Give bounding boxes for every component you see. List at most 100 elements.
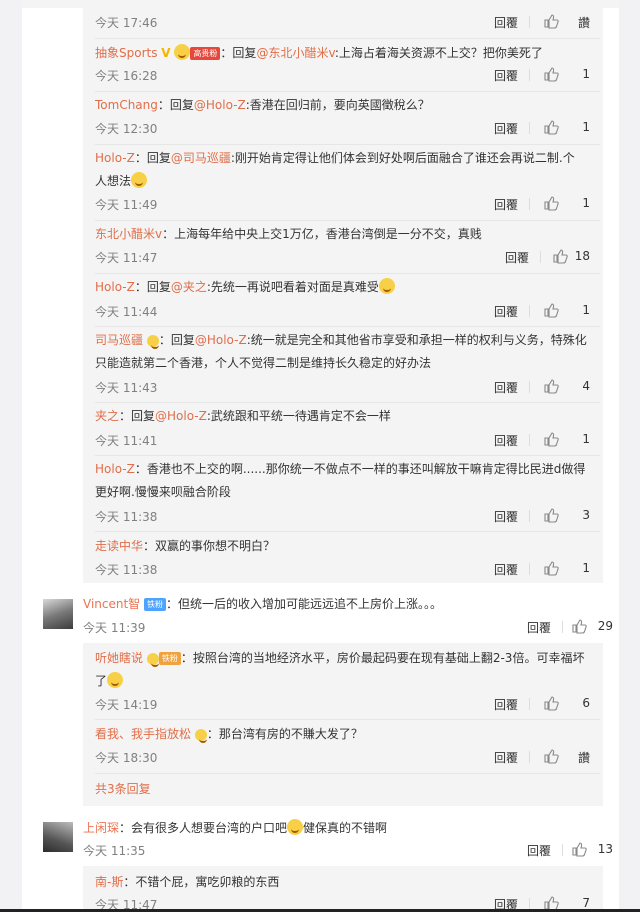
comment-text: ：会有很多人想要台湾的户口吧 bbox=[119, 821, 288, 835]
mention-link[interactable]: @Holo-Z bbox=[194, 98, 246, 112]
mention-link[interactable]: @东北小醋米v bbox=[256, 46, 334, 60]
reply-button[interactable]: 回覆 bbox=[494, 696, 518, 713]
emoji-icon bbox=[174, 44, 191, 60]
reply-prefix: ：回复 bbox=[158, 333, 195, 347]
avatar[interactable] bbox=[43, 822, 73, 852]
mention-link[interactable]: @Holo-Z bbox=[195, 333, 247, 347]
divider bbox=[95, 531, 600, 532]
reply-time: 今天 18:30 bbox=[95, 751, 158, 765]
divider bbox=[95, 719, 600, 720]
fan-badge: 高贵粉 bbox=[190, 47, 221, 60]
divider bbox=[95, 38, 600, 39]
mention-link[interactable]: @司马巡疆 bbox=[171, 151, 231, 165]
thumbs-up-icon[interactable] bbox=[543, 66, 559, 82]
thumbs-up-icon[interactable] bbox=[543, 695, 559, 711]
divider bbox=[529, 69, 530, 81]
username-link[interactable]: Holo-Z bbox=[95, 462, 135, 476]
list-item: 南-斯：不错个屁，寓吃卯粮的东西 今天 11:47 回覆 7 bbox=[95, 871, 600, 912]
reply-button[interactable]: 回覆 bbox=[494, 432, 518, 449]
like-count: 1 bbox=[582, 561, 590, 575]
emoji-icon bbox=[146, 653, 159, 667]
username-link[interactable]: Vincent智 bbox=[83, 597, 140, 611]
username-link[interactable]: 东北小醋米v bbox=[95, 227, 162, 241]
username-link[interactable]: 看我、我手指放松 bbox=[95, 727, 191, 741]
reply-button[interactable]: 回覆 bbox=[527, 619, 551, 636]
reply-button[interactable]: 回覆 bbox=[494, 508, 518, 525]
divider bbox=[529, 198, 530, 210]
reply-button[interactable]: 回覆 bbox=[494, 120, 518, 137]
reply-prefix: ：回复 bbox=[157, 98, 194, 112]
more-replies-link[interactable]: 共3条回复 bbox=[95, 782, 151, 796]
reply-button[interactable]: 回覆 bbox=[494, 749, 518, 766]
reply-button[interactable]: 回覆 bbox=[494, 303, 518, 320]
divider bbox=[562, 621, 563, 633]
comment-text: ：不错个屁，寓吃卯粮的东西 bbox=[123, 875, 280, 889]
divider bbox=[562, 844, 563, 856]
username-link[interactable]: 司马巡疆 bbox=[95, 333, 143, 347]
divider bbox=[529, 563, 530, 575]
comment-text: ：双赢的事你想不明白？ bbox=[143, 539, 276, 553]
reply-button[interactable]: 回覆 bbox=[494, 67, 518, 84]
thumbs-up-icon[interactable] bbox=[543, 378, 559, 394]
reply-prefix: ：回复 bbox=[134, 280, 171, 294]
thumbs-up-icon[interactable] bbox=[543, 13, 559, 29]
reply-button[interactable]: 回覆 bbox=[505, 249, 529, 266]
thumbs-up-icon[interactable] bbox=[543, 119, 559, 135]
like-count: 13 bbox=[597, 842, 613, 856]
list-item: 看我、我手指放松 ：那台湾有房的不賺大发了？ 今天 18:30 回覆 讚 bbox=[95, 723, 600, 765]
thumbs-up-icon[interactable] bbox=[543, 748, 559, 764]
divider bbox=[529, 122, 530, 134]
thumbs-up-icon[interactable] bbox=[543, 195, 559, 211]
thumbs-up-icon[interactable] bbox=[543, 302, 559, 318]
list-item: Holo-Z：香港也不上交的啊......那你统一不做点不一样的事还叫解放干嘛肯… bbox=[95, 458, 600, 524]
mention-link[interactable]: @Holo-Z bbox=[155, 409, 207, 423]
reply-time: 今天 11:38 bbox=[95, 510, 158, 524]
divider bbox=[529, 751, 530, 763]
comment: Vincent智 铁粉 ：但统一后的收入增加可能远远追不上房价上涨。。。 今天 1… bbox=[83, 593, 613, 635]
list-item: 夹之：回复@Holo-Z:武统跟和平统一待遇肯定不会一样 今天 11:41 回覆… bbox=[95, 405, 600, 448]
comment-text: :武统跟和平统一待遇肯定不会一样 bbox=[206, 409, 391, 423]
reply-time: 今天 12:30 bbox=[95, 122, 158, 136]
comment-text: ：香港也不上交的啊......那你统一不做点不一样的事还叫解放干嘛肯定得比民进d… bbox=[95, 462, 586, 499]
more-replies-row: 共3条回复 bbox=[95, 780, 600, 797]
list-item: Holo-Z：回复@夹之:先统一再说吧看着对面是真难受 今天 11:44 回覆 … bbox=[95, 276, 600, 319]
like-count: 1 bbox=[582, 432, 590, 446]
list-item: TomChang：回复@Holo-Z:香港在回归前，要向英國徵稅么？ 今天 12… bbox=[95, 94, 600, 136]
like-count: 1 bbox=[582, 120, 590, 134]
divider bbox=[529, 434, 530, 446]
avatar[interactable] bbox=[43, 599, 73, 629]
username-link[interactable]: 听她瞎说 bbox=[95, 651, 143, 665]
reply-button[interactable]: 回覆 bbox=[494, 379, 518, 396]
thumbs-up-icon[interactable] bbox=[543, 507, 559, 523]
list-item: 抽象Sports V 高贵粉 ：回复@东北小醋米v:上海占着海关资源不上交？把你美… bbox=[95, 42, 600, 83]
mention-link[interactable]: @夹之 bbox=[171, 280, 207, 294]
comment-time: 今天 11:35 bbox=[83, 844, 146, 858]
reply-button[interactable]: 回覆 bbox=[494, 196, 518, 213]
emoji-icon bbox=[146, 335, 159, 349]
like-count: 讚 bbox=[577, 16, 590, 30]
reply-button[interactable]: 回覆 bbox=[494, 14, 518, 31]
username-link[interactable]: Holo-Z bbox=[95, 151, 135, 165]
like-count: 3 bbox=[582, 508, 590, 522]
page-margin bbox=[619, 0, 640, 912]
reply-button[interactable]: 回覆 bbox=[527, 842, 551, 859]
username-link[interactable]: 走读中华 bbox=[95, 539, 143, 553]
divider bbox=[95, 273, 600, 274]
top-fade bbox=[22, 0, 619, 8]
username-link[interactable]: 夹之 bbox=[95, 409, 119, 423]
username-link[interactable]: Holo-Z bbox=[95, 280, 135, 294]
username-link[interactable]: TomChang bbox=[95, 98, 158, 112]
like-count: 18 bbox=[574, 249, 590, 263]
verified-icon: V bbox=[161, 46, 171, 60]
username-link[interactable]: 南-斯 bbox=[95, 875, 123, 889]
username-link[interactable]: 抽象Sports bbox=[95, 46, 157, 60]
laughing-emoji-icon bbox=[131, 172, 148, 188]
list-item: 东北小醋米v：上海每年给中央上交1万亿，香港台湾倒是一分不交，真贱 今天 11:… bbox=[95, 223, 600, 265]
username-link[interactable]: 上闲琛 bbox=[83, 821, 119, 835]
reply-prefix: ：回复 bbox=[220, 46, 257, 60]
thumbs-up-icon[interactable] bbox=[543, 560, 559, 576]
thumbs-up-icon[interactable] bbox=[543, 431, 559, 447]
reply-button[interactable]: 回覆 bbox=[494, 561, 518, 578]
comment-text-continued: 健保真的不错啊 bbox=[303, 821, 388, 835]
fan-badge: 铁粉 bbox=[144, 598, 167, 611]
